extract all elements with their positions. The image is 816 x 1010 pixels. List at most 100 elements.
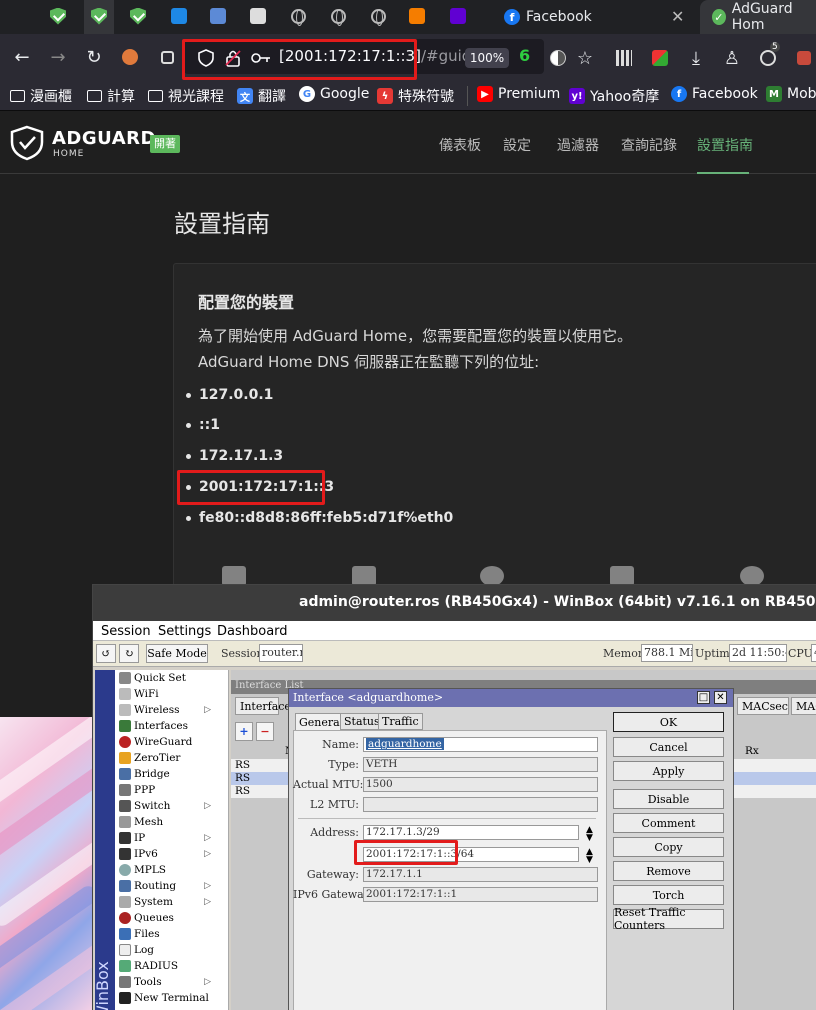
pinned-tab-adguard-3[interactable] [126,5,150,27]
sidebar-item-system[interactable]: System ▷ [119,896,219,908]
add-plus-icon[interactable]: + [235,722,253,741]
maximize-icon[interactable]: □ [697,691,710,704]
sidebar-item-files[interactable]: Files [119,928,160,940]
pinned-tab-blogger[interactable] [405,5,429,27]
close-tab-icon[interactable]: ✕ [671,7,684,26]
sidebar-item-wireguard[interactable]: WireGuard [119,736,192,748]
windows-icon[interactable] [352,566,376,586]
sidebar-item-ip[interactable]: IP ▷ [119,832,219,844]
name-field[interactable]: adguardhome [363,737,598,752]
tab-interface[interactable]: Interface [235,697,291,715]
qr-code-icon[interactable] [612,46,636,70]
safe-mode-button[interactable]: Safe Mode [146,644,208,663]
pinned-tab-globe-3[interactable] [366,5,390,27]
bookmark-mob[interactable]: M Mob [766,86,816,102]
adguard-logo-icon[interactable] [10,125,44,161]
dark-reader-icon[interactable] [546,46,570,70]
reset-traffic-counters-button[interactable]: Reset Traffic Counters [613,906,724,932]
pinned-tab-adguard-2[interactable] [87,5,111,27]
sidebar-item-routing[interactable]: Routing ▷ [119,880,219,892]
router-icon[interactable] [222,566,246,586]
tab-macsec[interactable]: MACsec [737,697,789,715]
bookmark-star-icon[interactable]: ☆ [573,46,597,70]
column-rx[interactable]: Rx [745,745,759,757]
bookmark-translate[interactable]: 文翻譯 [237,86,286,106]
pinned-tab-globe-1[interactable] [286,5,310,27]
apply-button[interactable]: Apply [613,761,724,781]
dialog-title[interactable]: Interface <adguardhome> [289,689,733,707]
menu-settings[interactable]: Settings [158,624,211,639]
cancel-button[interactable]: Cancel [613,737,724,757]
sidebar-item-quick-set[interactable]: Quick Set [119,672,186,684]
winbox-titlebar[interactable]: admin@router.ros (RB450Gx4) - WinBox (64… [93,585,816,621]
back-arrow-icon[interactable]: ← [10,45,34,69]
sidebar-item-zerotier[interactable]: ZeroTier [119,752,180,764]
nav-dashboard[interactable]: 儀表板 [439,135,481,155]
nav-filters[interactable]: 過濾器 [557,135,599,155]
reload-icon[interactable]: ↻ [82,45,106,69]
extension-counter[interactable]: 6 [519,46,530,65]
tab-facebook[interactable]: f Facebook [504,0,592,34]
torch-button[interactable]: Torch [613,885,724,905]
comment-button[interactable]: Comment [613,813,724,833]
address-v4-field[interactable]: 172.17.1.3/29 [363,825,579,840]
sidebar-item-mpls[interactable]: MPLS [119,864,166,876]
forward-arrow-icon[interactable]: → [46,45,70,69]
table-row[interactable]: RS [235,785,285,798]
undo-icon[interactable]: ↺ [96,644,116,663]
disable-button[interactable]: Disable [613,789,724,809]
sidebar-item-log[interactable]: Log [119,944,154,956]
bookmark-folder-calc[interactable]: 計算 [87,86,135,106]
menu-session[interactable]: Session [101,624,151,639]
extension-misc-icon[interactable] [792,46,816,70]
tab-traffic[interactable]: Traffic [378,713,423,730]
zoom-level-badge[interactable]: 100% [465,48,509,68]
copy-icon[interactable] [155,45,179,69]
sidebar-item-wireless[interactable]: Wireless ▷ [119,704,219,716]
multi-account-icon[interactable] [648,46,672,70]
updown-arrows-icon[interactable]: ▲ ▼ [586,848,593,865]
extension-badge-icon[interactable]: 5 [756,42,780,70]
macos-icon[interactable] [480,566,504,586]
account-icon[interactable]: ♙ [720,46,744,70]
ok-button[interactable]: OK [613,712,724,732]
updown-arrows-icon[interactable]: ▲ ▼ [586,826,593,843]
sidebar-item-bridge[interactable]: Bridge [119,768,170,780]
apple-icon[interactable] [740,566,764,586]
bookmark-special-chars[interactable]: ϟ 特殊符號 [377,86,454,106]
copy-button[interactable]: Copy [613,837,724,857]
nav-query-log[interactable]: 查詢記錄 [621,135,677,155]
nav-setup-guide[interactable]: 設置指南 [697,135,753,155]
pinned-tab-wikipedia[interactable] [246,5,270,27]
table-row[interactable]: RS [235,759,285,772]
menu-dashboard[interactable]: Dashboard [217,624,288,639]
sidebar-item-radius[interactable]: RADIUS [119,960,178,972]
pinned-tab-p[interactable] [167,5,191,27]
bookmark-facebook[interactable]: f Facebook [671,86,758,102]
bookmark-youtube-premium[interactable]: ▶ Premium [477,86,560,102]
sidebar-item-mesh[interactable]: Mesh [119,816,163,828]
bookmark-folder-optometry[interactable]: 視光課程 [148,86,224,106]
remove-button[interactable]: Remove [613,861,724,881]
tab-mac[interactable]: MAC [791,697,816,715]
sidebar-item-interfaces[interactable]: Interfaces [119,720,188,732]
sidebar-item-switch[interactable]: Switch ▷ [119,800,219,812]
session-field[interactable]: router.ros [259,644,303,662]
pinned-tab-yahoo[interactable] [446,5,470,27]
sidebar-item-queues[interactable]: Queues [119,912,174,924]
remove-minus-icon[interactable]: − [256,722,274,741]
pinned-tab-globe-2[interactable] [326,5,350,27]
android-icon[interactable] [610,566,634,586]
extension-fox-icon[interactable] [118,45,142,69]
sidebar-item-ppp[interactable]: PPP [119,784,155,796]
sidebar-item-new-terminal[interactable]: New Terminal [119,992,209,1004]
close-icon[interactable]: ✕ [714,691,727,704]
bookmark-folder-manga[interactable]: 漫画櫃 [10,86,72,106]
sidebar-item-wifi[interactable]: WiFi [119,688,159,700]
pinned-tab-image[interactable] [206,5,230,27]
nav-settings[interactable]: 設定 [503,135,531,155]
download-icon[interactable]: ⤓ [684,46,708,70]
sidebar-item-tools[interactable]: Tools ▷ [119,976,219,988]
bookmark-google[interactable]: G Google [299,86,369,102]
tab-adguard-home-label-wrap[interactable]: ✓ AdGuard Hom [712,0,816,34]
